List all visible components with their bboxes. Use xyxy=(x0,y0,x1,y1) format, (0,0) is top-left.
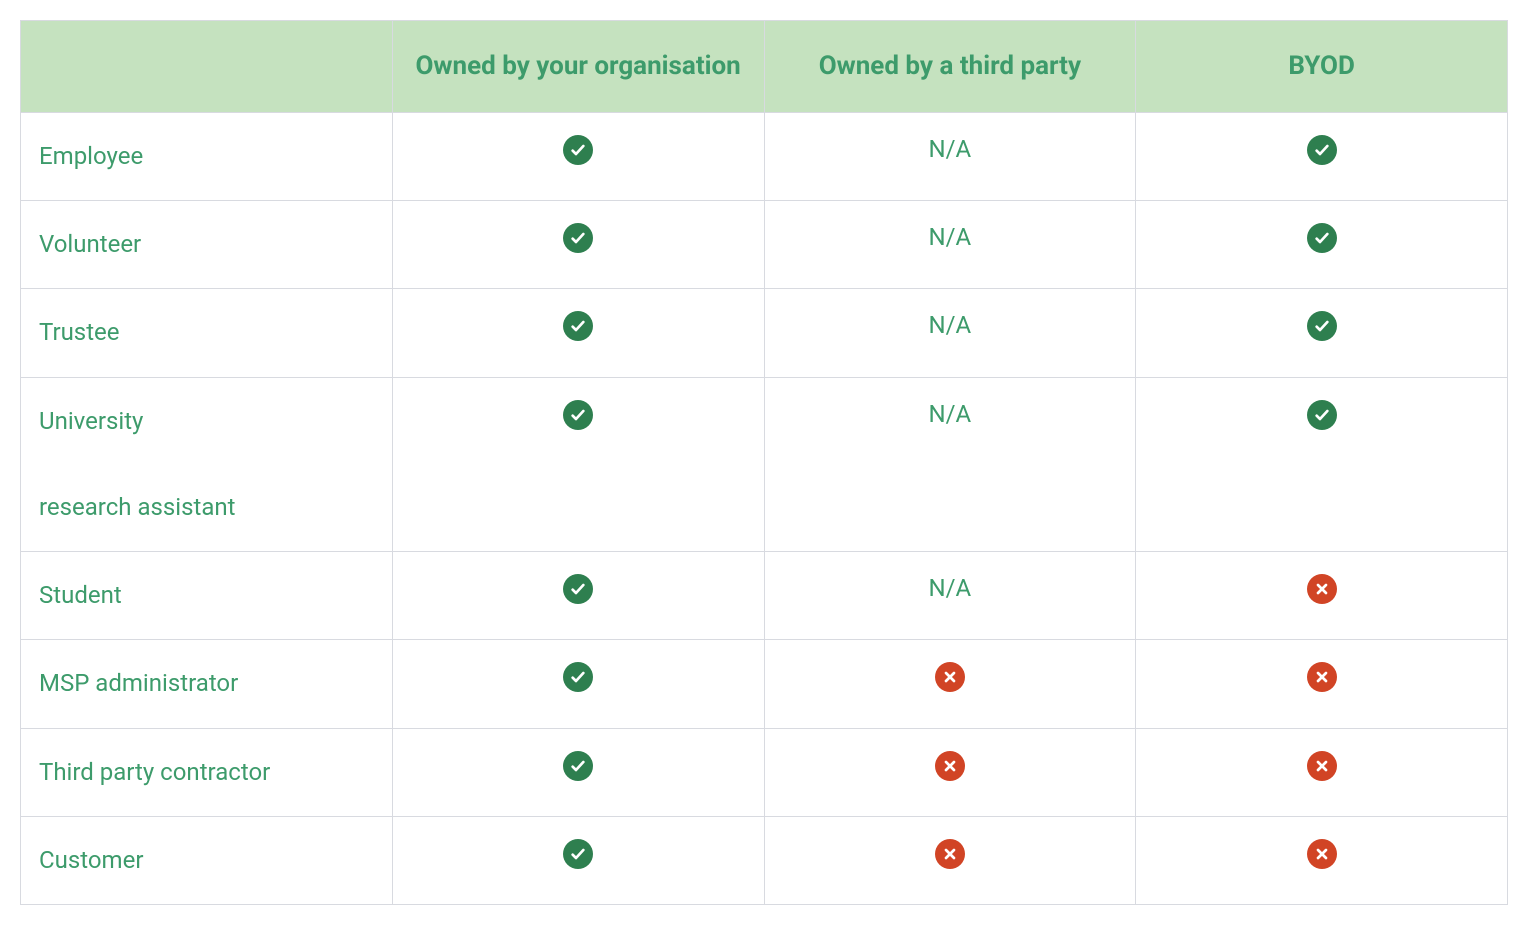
table-row: Trustee N/A xyxy=(21,289,1508,377)
data-cell xyxy=(764,816,1136,904)
check-icon xyxy=(563,574,593,604)
data-cell: N/A xyxy=(764,377,1136,552)
table-row: Volunteer N/A xyxy=(21,201,1508,289)
header-owned-by-third-party: Owned by a third party xyxy=(764,21,1136,113)
data-cell xyxy=(1136,728,1508,816)
cross-icon xyxy=(1307,839,1337,869)
data-cell xyxy=(392,377,764,552)
data-cell: N/A xyxy=(764,113,1136,201)
data-cell: N/A xyxy=(764,289,1136,377)
data-cell xyxy=(392,728,764,816)
check-icon xyxy=(1307,400,1337,430)
check-icon xyxy=(1307,135,1337,165)
data-cell xyxy=(1136,113,1508,201)
check-icon xyxy=(563,751,593,781)
data-cell xyxy=(1136,289,1508,377)
na-text: N/A xyxy=(929,311,972,339)
data-cell xyxy=(392,816,764,904)
table-row: MSP administrator xyxy=(21,640,1508,728)
row-label: University research assistant xyxy=(21,377,393,552)
check-icon xyxy=(563,223,593,253)
cross-icon xyxy=(1307,751,1337,781)
data-cell xyxy=(392,640,764,728)
check-icon xyxy=(563,135,593,165)
data-cell xyxy=(1136,201,1508,289)
cross-icon xyxy=(1307,574,1337,604)
device-ownership-table: Owned by your organisation Owned by a th… xyxy=(20,20,1508,905)
na-text: N/A xyxy=(929,135,972,163)
table-row: Student N/A xyxy=(21,552,1508,640)
data-cell xyxy=(1136,816,1508,904)
data-cell xyxy=(764,728,1136,816)
check-icon xyxy=(563,839,593,869)
na-text: N/A xyxy=(929,400,972,428)
header-byod: BYOD xyxy=(1136,21,1508,113)
check-icon xyxy=(563,311,593,341)
data-cell: N/A xyxy=(764,201,1136,289)
na-text: N/A xyxy=(929,223,972,251)
row-label: Trustee xyxy=(21,289,393,377)
header-owned-by-org: Owned by your organisation xyxy=(392,21,764,113)
check-icon xyxy=(563,400,593,430)
row-label: Employee xyxy=(21,113,393,201)
data-cell xyxy=(1136,640,1508,728)
table-row: University research assistant N/A xyxy=(21,377,1508,552)
data-cell: N/A xyxy=(764,552,1136,640)
data-cell xyxy=(392,201,764,289)
header-blank xyxy=(21,21,393,113)
table-row: Employee N/A xyxy=(21,113,1508,201)
cross-icon xyxy=(935,662,965,692)
na-text: N/A xyxy=(929,574,972,602)
table-row: Customer xyxy=(21,816,1508,904)
check-icon xyxy=(1307,223,1337,253)
cross-icon xyxy=(935,751,965,781)
data-cell xyxy=(392,289,764,377)
row-label: Student xyxy=(21,552,393,640)
data-cell xyxy=(392,113,764,201)
data-cell xyxy=(764,640,1136,728)
check-icon xyxy=(563,662,593,692)
row-label: Volunteer xyxy=(21,201,393,289)
row-label: Third party contractor xyxy=(21,728,393,816)
cross-icon xyxy=(1307,662,1337,692)
data-cell xyxy=(1136,377,1508,552)
check-icon xyxy=(1307,311,1337,341)
table-header-row: Owned by your organisation Owned by a th… xyxy=(21,21,1508,113)
row-label: Customer xyxy=(21,816,393,904)
data-cell xyxy=(392,552,764,640)
data-cell xyxy=(1136,552,1508,640)
table-row: Third party contractor xyxy=(21,728,1508,816)
cross-icon xyxy=(935,839,965,869)
row-label: MSP administrator xyxy=(21,640,393,728)
